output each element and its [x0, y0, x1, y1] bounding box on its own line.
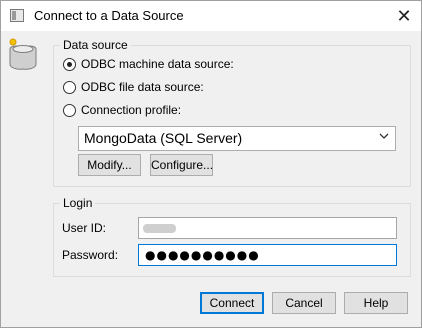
radio-connection-profile[interactable]: Connection profile: — [63, 102, 181, 118]
radio-machine-source[interactable]: ODBC machine data source: — [63, 56, 234, 72]
radio-label: Connection profile: — [81, 103, 182, 117]
password-mask: ●●●●●●●●●● — [145, 248, 260, 262]
connect-button[interactable]: Connect — [200, 292, 264, 314]
connect-dialog: Connect to a Data Source ✕ Data source O… — [0, 0, 422, 328]
userid-label: User ID: — [62, 221, 107, 235]
radio-label: ODBC file data source: — [81, 80, 204, 94]
password-field[interactable]: ●●●●●●●●●● — [138, 244, 397, 266]
window-icon — [10, 9, 24, 22]
help-button[interactable]: Help — [344, 292, 408, 314]
cancel-button[interactable]: Cancel — [272, 292, 336, 314]
configure-button[interactable]: Configure... — [150, 154, 213, 176]
userid-value-redacted — [143, 224, 176, 233]
login-legend: Login — [60, 196, 96, 210]
dropdown-value: MongoData (SQL Server) — [84, 130, 243, 146]
title-bar: Connect to a Data Source ✕ — [1, 1, 421, 31]
radio-file-source[interactable]: ODBC file data source: — [63, 79, 204, 95]
window-title: Connect to a Data Source — [34, 8, 184, 23]
close-icon[interactable]: ✕ — [387, 1, 421, 31]
database-icon — [9, 38, 37, 70]
radio-indicator[interactable] — [63, 80, 76, 94]
radio-indicator[interactable] — [63, 103, 76, 117]
datasource-dropdown[interactable]: MongoData (SQL Server) — [78, 126, 396, 151]
password-label: Password: — [62, 248, 119, 262]
radio-indicator[interactable] — [63, 57, 76, 71]
modify-button[interactable]: Modify... — [78, 154, 141, 176]
userid-field[interactable] — [138, 217, 397, 239]
datasource-legend: Data source — [60, 38, 131, 52]
chevron-down-icon — [379, 133, 389, 139]
radio-label: ODBC machine data source: — [81, 57, 234, 71]
